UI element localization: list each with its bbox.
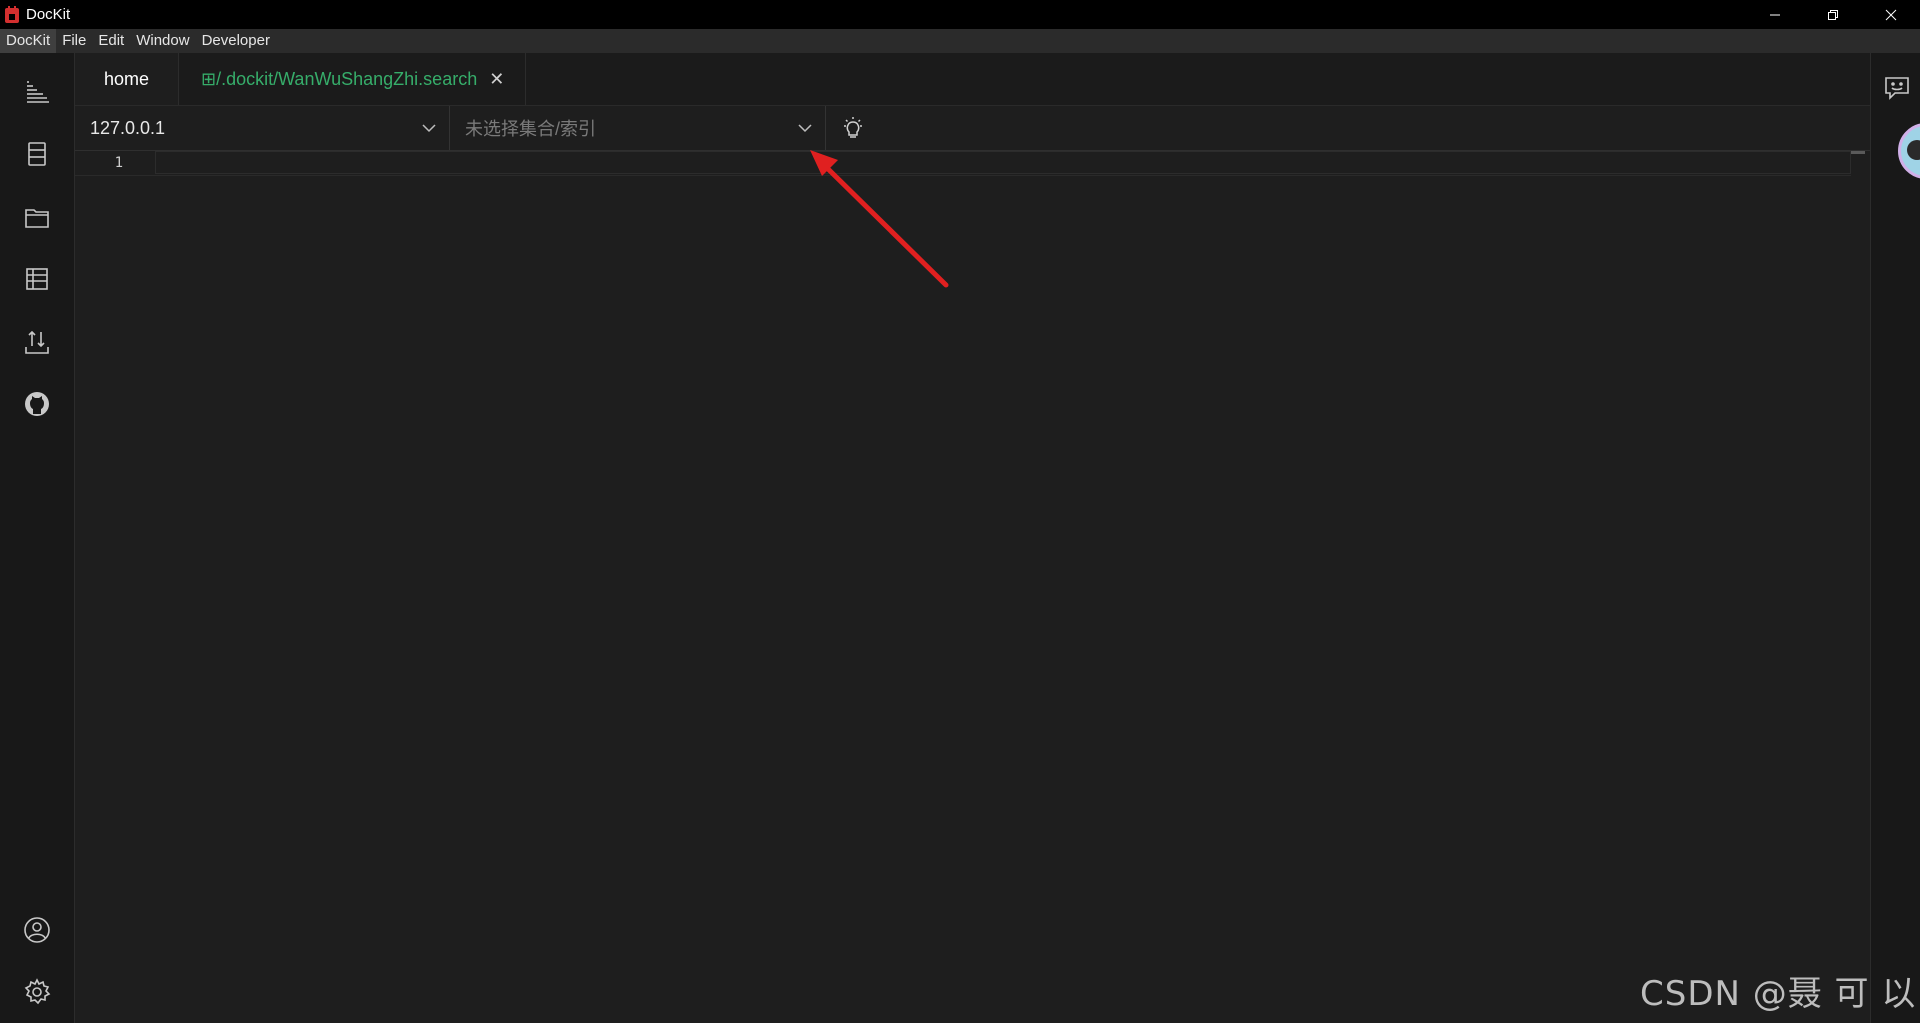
chevron-down-icon xyxy=(422,124,436,133)
avatar[interactable] xyxy=(1898,123,1920,179)
close-button[interactable] xyxy=(1862,0,1920,29)
app-logo-icon xyxy=(5,5,19,23)
feedback-icon xyxy=(1885,77,1909,100)
minimize-button[interactable] xyxy=(1746,0,1804,29)
editor-line: 1 xyxy=(75,151,1851,176)
history-icon xyxy=(26,268,48,290)
lightbulb-icon xyxy=(844,117,862,138)
query-toolbar: 127.0.0.1 未选择集合/索引 xyxy=(75,106,1870,151)
user-icon xyxy=(24,917,50,943)
tab-bar: home ⊞/.dockit/WanWuShangZhi.search ✕ xyxy=(75,53,1870,106)
sidebar-item-files[interactable] xyxy=(21,201,53,233)
minimize-icon xyxy=(1770,14,1780,15)
sidebar-item-overview[interactable] xyxy=(21,76,53,108)
tab-home[interactable]: home xyxy=(75,53,179,105)
window-controls xyxy=(1746,0,1920,29)
left-sidebar xyxy=(0,53,75,1023)
import-export-icon xyxy=(25,330,49,354)
right-sidebar xyxy=(1870,53,1920,1023)
watermark: CSDN @聂 可 以 xyxy=(1640,974,1917,1014)
menu-bar: DocKit File Edit Window Developer xyxy=(0,29,1920,53)
sidebar-item-github[interactable] xyxy=(21,388,53,420)
tab-home-label: home xyxy=(103,68,150,89)
github-icon xyxy=(25,392,49,416)
tab-search-file-label: ⊞/.dockit/WanWuShangZhi.search xyxy=(201,68,478,89)
editor-scrollbar[interactable] xyxy=(1851,151,1870,1023)
host-select[interactable]: 127.0.0.1 xyxy=(75,106,450,150)
folder-icon xyxy=(25,209,49,228)
tab-search-file[interactable]: ⊞/.dockit/WanWuShangZhi.search ✕ xyxy=(179,53,526,105)
sidebar-item-settings[interactable] xyxy=(21,976,53,1008)
index-select-placeholder: 未选择集合/索引 xyxy=(465,119,597,139)
menu-developer[interactable]: Developer xyxy=(196,29,276,53)
host-select-value: 127.0.0.1 xyxy=(90,117,166,138)
menu-dockit[interactable]: DocKit xyxy=(0,29,57,53)
database-icon xyxy=(28,142,46,166)
menu-edit[interactable]: Edit xyxy=(92,29,130,53)
tab-close-icon[interactable]: ✕ xyxy=(489,69,504,90)
window-title: DocKit xyxy=(26,6,71,23)
sidebar-item-import-export[interactable] xyxy=(21,326,53,358)
title-bar: DocKit xyxy=(0,0,1920,29)
suggestion-button[interactable] xyxy=(839,114,867,142)
avatar-face xyxy=(1907,140,1920,160)
menu-file[interactable]: File xyxy=(56,29,92,53)
settings-icon xyxy=(24,978,51,1005)
restore-icon xyxy=(1828,9,1838,20)
chart-list-icon xyxy=(27,81,49,103)
chevron-down-icon xyxy=(798,124,812,133)
line-number: 1 xyxy=(114,155,123,171)
scrollbar-thumb[interactable] xyxy=(1851,151,1865,154)
restore-button[interactable] xyxy=(1804,0,1862,29)
menu-window[interactable]: Window xyxy=(130,29,195,53)
main-panel: home ⊞/.dockit/WanWuShangZhi.search ✕ 12… xyxy=(75,53,1870,1023)
sidebar-item-connections[interactable] xyxy=(21,138,53,170)
code-editor[interactable]: 1 xyxy=(75,151,1870,1023)
sidebar-item-history[interactable] xyxy=(21,263,53,295)
close-icon xyxy=(1885,9,1897,20)
feedback-button[interactable] xyxy=(1883,74,1911,107)
sidebar-item-account[interactable] xyxy=(21,914,53,946)
current-line-highlight[interactable] xyxy=(155,151,1851,174)
index-select[interactable]: 未选择集合/索引 xyxy=(451,106,826,150)
